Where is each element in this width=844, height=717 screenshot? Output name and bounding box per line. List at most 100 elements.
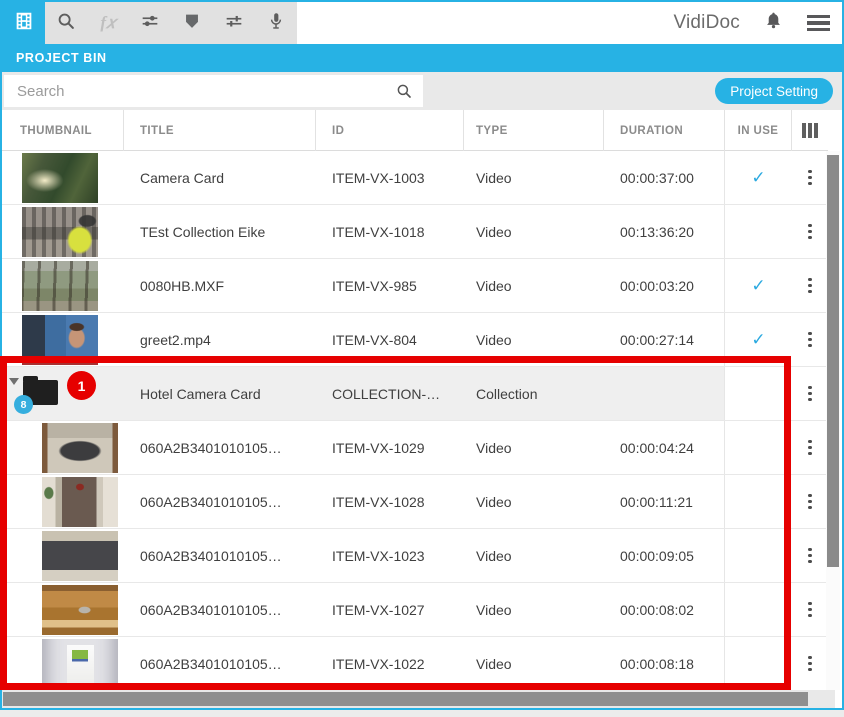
notifications-bell-icon[interactable] [762,9,785,37]
row-duration: 00:00:08:18 [620,656,694,672]
thumbnail-cell [2,583,124,636]
column-header-type[interactable]: TYPE [464,110,604,151]
row-kebab-menu-icon[interactable] [804,218,816,246]
menu-hamburger-icon[interactable] [807,15,830,32]
thumbnail-image[interactable] [22,153,98,203]
panel-title: PROJECT BIN [16,51,107,65]
row-duration: 00:00:03:20 [620,278,694,294]
row-type: Video [476,224,512,240]
column-header-duration[interactable]: DURATION [604,110,725,151]
collection-count-badge: 8 [14,395,33,414]
table-row[interactable]: 060A2B3401010105… ITEM-VX-1022 Video 00:… [2,637,828,690]
row-duration: 00:00:11:21 [620,494,693,510]
row-kebab-menu-icon[interactable] [804,650,816,678]
thumbnail-image[interactable] [22,261,98,311]
column-settings-button[interactable] [792,110,828,151]
search-icon [55,10,77,37]
vertical-scrollbar-thumb[interactable] [827,155,839,567]
tab-project-bin[interactable] [2,2,45,44]
table-row[interactable]: 0080HB.MXF ITEM-VX-985 Video 00:00:03:20… [2,259,828,313]
tab-adjust[interactable] [213,2,255,44]
row-type: Video [476,278,512,294]
tab-shield[interactable] [171,2,213,44]
row-duration: 00:00:09:05 [620,548,694,564]
vertical-scrollbar[interactable] [826,151,840,690]
tune-sliders-icon [139,10,161,37]
row-kebab-menu-icon[interactable] [804,326,816,354]
shield-icon [181,10,203,37]
row-kebab-menu-icon[interactable] [804,434,816,462]
search-box [4,75,423,107]
table-row[interactable]: Camera Card ITEM-VX-1003 Video 00:00:37:… [2,151,828,205]
row-kebab-menu-icon[interactable] [804,164,816,192]
row-title: 060A2B3401010105… [140,602,282,618]
row-id: ITEM-VX-1022 [332,656,425,672]
table-header: THUMBNAIL TITLE ID TYPE DURATION IN USE [2,110,828,151]
row-title: Camera Card [140,170,224,186]
thumbnail-cell [2,421,124,474]
row-title: Hotel Camera Card [140,386,261,402]
tab-effects[interactable]: f𝑥 [87,2,129,44]
column-header-id[interactable]: ID [316,110,464,151]
column-header-in-use[interactable]: IN USE [725,110,792,151]
thumbnail-image[interactable] [42,639,118,689]
thumbnail-cell [2,637,124,690]
table-row[interactable]: 8 Hotel Camera Card COLLECTION-… Collect… [2,367,828,421]
thumbnail-cell [2,313,124,366]
thumbnail-cell [2,151,124,204]
thumbnail-image[interactable] [22,315,98,365]
row-id: ITEM-VX-1003 [332,170,425,186]
row-duration: 00:00:27:14 [620,332,694,348]
column-settings-icon [802,123,818,138]
fx-effects-icon: f𝑥 [100,13,115,33]
panel-title-bar: PROJECT BIN [2,44,842,72]
tab-microphone[interactable] [255,2,297,44]
search-input[interactable] [4,75,423,107]
tab-search[interactable] [45,2,87,44]
table-row[interactable]: 060A2B3401010105… ITEM-VX-1023 Video 00:… [2,529,828,583]
row-id: ITEM-VX-1023 [332,548,425,564]
row-title: TEst Collection Eike [140,224,265,240]
project-setting-button[interactable]: Project Setting [715,78,833,104]
row-type: Collection [476,386,537,402]
row-kebab-menu-icon[interactable] [804,272,816,300]
row-duration: 00:00:08:02 [620,602,694,618]
toolbar-right: VidiDoc [673,2,830,44]
row-kebab-menu-icon[interactable] [804,380,816,408]
collection-icon-group: 8 [2,367,124,421]
in-use-check-icon: ✓ [751,276,765,296]
row-kebab-menu-icon[interactable] [804,488,816,516]
microphone-icon [265,10,287,37]
row-type: Video [476,170,512,186]
row-id: ITEM-VX-804 [332,332,417,348]
table-row[interactable]: greet2.mp4 ITEM-VX-804 Video 00:00:27:14… [2,313,828,367]
thumbnail-cell [2,205,124,258]
table-row[interactable]: TEst Collection Eike ITEM-VX-1018 Video … [2,205,828,259]
table-row[interactable]: 060A2B3401010105… ITEM-VX-1029 Video 00:… [2,421,828,475]
horizontal-scrollbar-thumb[interactable] [3,692,808,706]
thumbnail-image[interactable] [42,585,118,635]
row-type: Video [476,332,512,348]
thumbnail-cell [2,475,124,528]
row-title: 060A2B3401010105… [140,440,282,456]
row-id: ITEM-VX-985 [332,278,417,294]
table-row[interactable]: 060A2B3401010105… ITEM-VX-1028 Video 00:… [2,475,828,529]
horizontal-scrollbar[interactable] [2,690,835,708]
collapse-caret-icon[interactable] [9,378,19,385]
row-id: ITEM-VX-1029 [332,440,425,456]
adjust-sliders-icon [223,10,245,37]
table-row[interactable]: 060A2B3401010105… ITEM-VX-1027 Video 00:… [2,583,828,637]
thumbnail-image[interactable] [42,423,118,473]
row-kebab-menu-icon[interactable] [804,542,816,570]
row-kebab-menu-icon[interactable] [804,596,816,624]
search-submit-icon[interactable] [395,82,413,105]
column-header-thumbnail[interactable]: THUMBNAIL [2,110,124,151]
tab-tune[interactable] [129,2,171,44]
row-title: 060A2B3401010105… [140,548,282,564]
thumbnail-image[interactable] [42,477,118,527]
thumbnail-cell [2,529,124,582]
thumbnail-image[interactable] [22,207,98,257]
column-header-title[interactable]: TITLE [124,110,316,151]
row-duration: 00:00:04:24 [620,440,694,456]
thumbnail-image[interactable] [42,531,118,581]
